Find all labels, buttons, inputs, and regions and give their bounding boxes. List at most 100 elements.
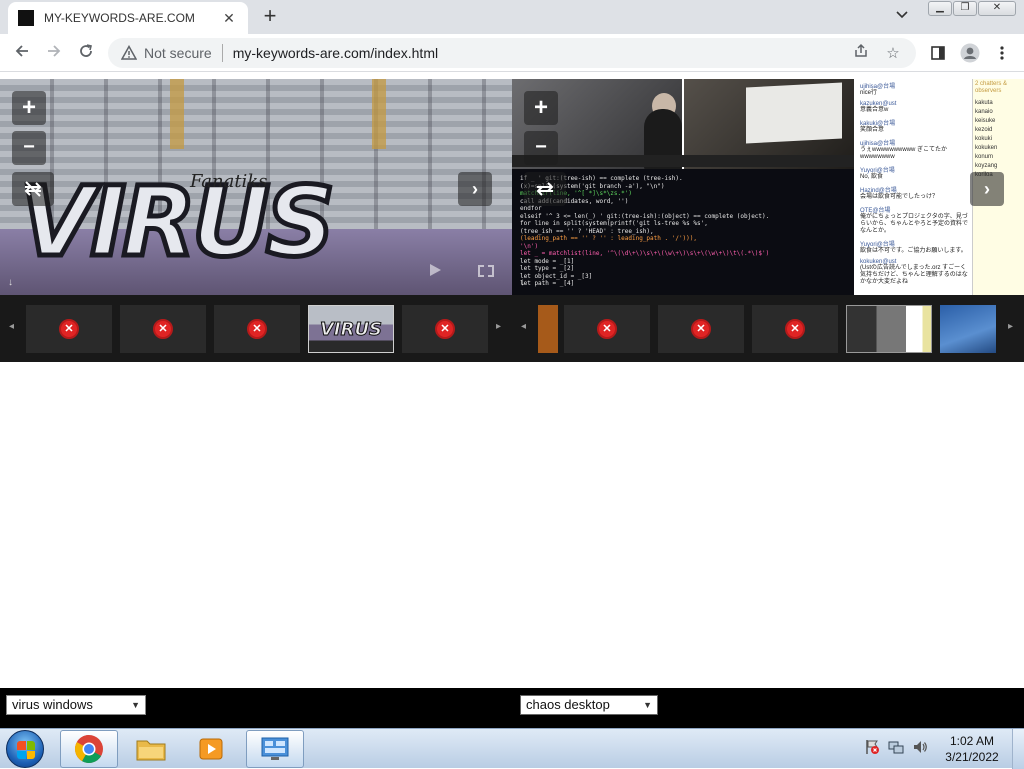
download-arrow-icon[interactable]: ↓ [8,277,13,288]
chat-message: ujihisa@台場 nice行 [860,81,968,97]
zoom-out-button[interactable]: − [12,131,46,165]
rotate-arrows-icon [536,182,554,196]
filmstrip-thumbnail[interactable]: ✕ [120,305,206,353]
profile-avatar-icon[interactable] [958,41,982,65]
tab-search-chevron-icon[interactable] [896,8,908,22]
filmstrip-thumbnail[interactable] [846,305,932,353]
error-x-icon: ✕ [153,319,173,339]
media-player-icon [199,738,223,760]
terminal-line: (x)=split(system('git branch -a'), "\n") [520,182,665,190]
zoom-in-button[interactable]: + [524,91,558,125]
webcam-controls-strip [512,155,854,167]
chat-message: ujihisa@台場 うぇwwwwwwwwww ぎこてたかwwwwwwww [860,138,968,161]
network-icon[interactable] [888,739,904,755]
filmstrip-prev-icon[interactable]: ◂ [521,321,526,332]
play-icon[interactable] [428,263,442,277]
chat-text: (Ustの広告読んでしまった.orz すごーく気持ちだけど、ちゃんと理解するのは… [860,265,968,285]
left-image-viewer[interactable]: VIRUS Fanatiks + − › ↓ [0,79,512,295]
share-icon[interactable] [850,43,872,63]
browser-tab[interactable]: MY-KEYWORDS-ARE.COM ✕ [8,2,248,34]
selector-bar: virus windows ▼ chaos desktop ▼ [0,688,1024,728]
not-secure-label[interactable]: Not secure [144,45,212,61]
chat-message: Yuyori@台場 飲食は不可です。ご協力お願いします。 [860,239,968,255]
new-tab-button[interactable]: + [259,5,281,28]
taskbar-chrome-button[interactable] [60,730,118,768]
filmstrip-thumbnail[interactable]: ✕ [26,305,112,353]
right-filmstrip: ◂ ✕ ✕ ✕ ▸ [512,295,1024,362]
chat-text: 会場は飲食可能でしたっけ？ [860,194,939,200]
rotate-arrows-icon [24,181,42,197]
rotate-button[interactable] [524,172,566,206]
taskbar-media-player-button[interactable] [182,730,240,768]
chat-username: ujihisa@台場 [860,141,896,147]
bookmark-star-icon[interactable]: ☆ [882,44,904,62]
chat-username: OTE@台場 [860,208,891,214]
next-image-button[interactable]: › [970,172,1004,206]
zoom-out-button[interactable]: − [524,131,558,165]
download-arrow-icon[interactable]: ↓ [520,277,525,288]
terminal-line: endfor [520,205,542,212]
left-feed-select-value: virus windows [12,697,93,712]
chat-message: kokuken@ust (Ustの広告読んでしまった.orz すごーく気持ちだけど… [860,259,968,286]
filmstrip-thumbnail[interactable] [940,305,996,353]
action-center-flag-icon[interactable] [864,739,880,755]
warning-triangle-icon[interactable] [120,44,138,62]
menu-kebab-icon[interactable] [990,41,1014,65]
error-x-icon: ✕ [435,319,455,339]
zoom-in-button[interactable]: + [12,91,46,125]
right-image-viewer[interactable]: if _ ' git:(tree-ish) == complete (tree-… [512,79,1024,295]
filmstrip-thumbnail[interactable]: ✕ [214,305,300,353]
filmstrip-thumbnail[interactable]: ✕ [752,305,838,353]
reload-button[interactable] [74,41,98,65]
fullscreen-icon[interactable] [478,265,494,277]
filmstrip-next-icon[interactable]: ▸ [496,321,501,332]
chat-message: Yuyori@台場 No, 飲食 [860,165,968,181]
right-feed-select[interactable]: chaos desktop ▼ [520,695,658,715]
filmstrip-thumbnail[interactable]: ✕ [658,305,744,353]
terminal-line: (tree_ish == '' ? 'HEAD' : tree_ish), [520,227,654,235]
error-x-icon: ✕ [691,319,711,339]
chat-text: No, 飲食 [860,174,884,180]
taskbar-control-panel-button[interactable] [246,730,304,768]
side-panel-icon[interactable] [926,41,950,65]
rotate-button[interactable] [12,172,54,206]
chevron-down-icon: ▼ [643,700,652,710]
chat-user-name: kokuki [975,136,993,142]
chat-username: Yuyori@台場 [860,242,895,248]
system-clock[interactable]: 1:02 AM 3/21/2022 [940,733,1004,765]
next-image-button[interactable]: › [458,172,492,206]
chat-user-name: konum [975,154,994,160]
filmstrip-thumbnail[interactable]: ✕ [402,305,488,353]
filmstrip-thumbnail[interactable]: VIRUS [308,305,394,353]
chat-message: kazuken@ust 意義合意w [860,101,968,114]
error-x-icon: ✕ [597,319,617,339]
chat-user-list-header: 2 chatters & observers [975,81,1008,94]
address-bar[interactable]: Not secure my-keywords-are.com/index.htm… [108,38,916,68]
filmstrip-prev-icon[interactable]: ◂ [9,321,14,332]
filmstrip-thumbnail[interactable] [538,305,558,353]
volume-icon[interactable] [912,739,928,755]
forward-button[interactable] [42,41,66,65]
minimize-button[interactable]: ▁ [928,1,952,16]
close-window-button[interactable]: ✕ [978,1,1016,16]
back-button[interactable] [10,41,34,65]
taskbar-explorer-button[interactable] [122,730,180,768]
close-tab-icon[interactable]: ✕ [220,10,238,27]
terminal-line: '\n') [520,242,539,250]
url-text[interactable]: my-keywords-are.com/index.html [233,45,840,61]
chat-user-name: keisuke [975,118,996,124]
chat-user-name: kezoid [975,127,993,133]
start-button[interactable] [6,730,44,768]
chat-user-name: kokuken [975,145,998,151]
terminal-line: let object_id = _[3] [520,272,593,280]
back-arrow-icon [15,45,28,57]
restore-button[interactable]: ❐ [953,1,977,16]
filmstrip-next-icon[interactable]: ▸ [1008,321,1013,332]
left-feed-select[interactable]: virus windows ▼ [6,695,146,715]
filmstrip-thumbnail[interactable]: ✕ [564,305,650,353]
chat-message: OTE@台場 俺がにちょっとプロジェクタの字、見づらいから、ちゃんとやろと予定の資… [860,205,968,235]
chat-username: kakuki@台場 [860,121,896,127]
browser-toolbar: Not secure my-keywords-are.com/index.htm… [0,34,1024,72]
show-desktop-button[interactable] [1012,729,1024,769]
